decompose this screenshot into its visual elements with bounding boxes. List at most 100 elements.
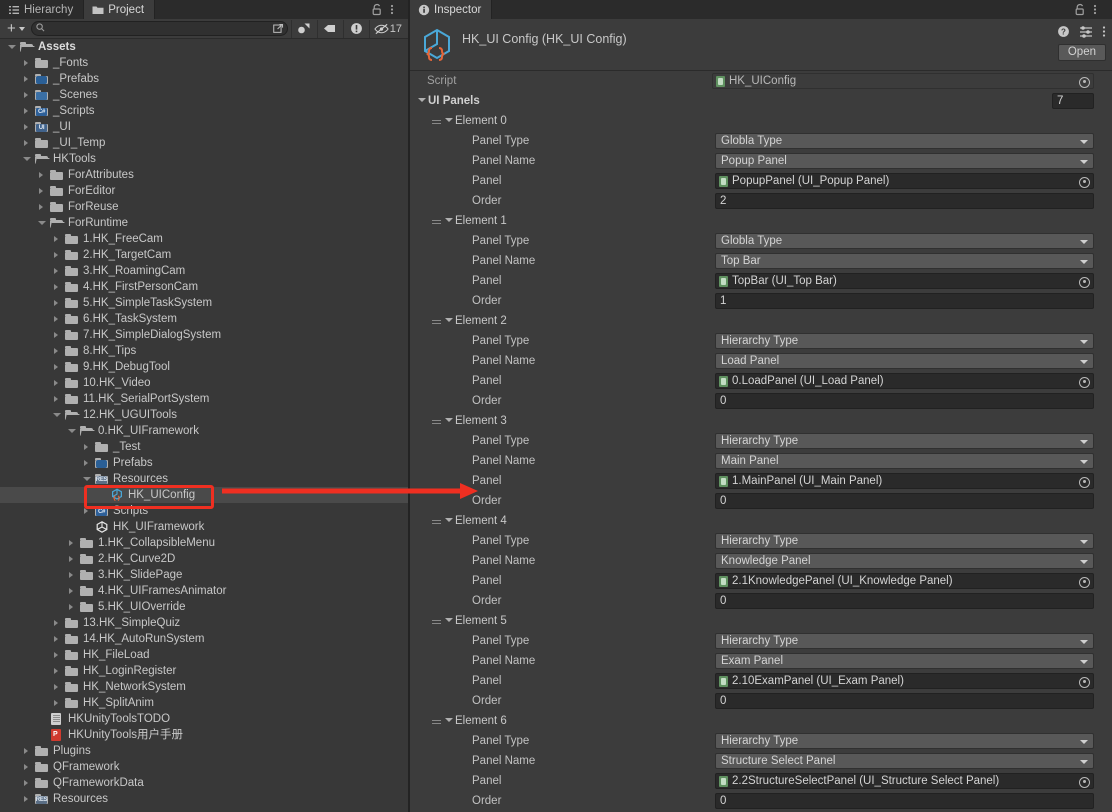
lock-icon[interactable] (1074, 3, 1086, 16)
open-in-window-icon[interactable] (272, 23, 284, 37)
tree-item-hk-networksystem[interactable]: HK_NetworkSystem (0, 679, 409, 695)
hidden-count-filter[interactable]: 17 (368, 19, 407, 38)
tab-inspector[interactable]: Inspector (410, 0, 493, 19)
element-6-panel-object-field[interactable]: 2.2StructureSelectPanel (UI_Structure Se… (715, 773, 1094, 789)
object-picker-icon[interactable] (1079, 676, 1090, 688)
element-6-foldout[interactable]: Element 6 (410, 711, 1112, 731)
chevron-right-icon[interactable] (21, 87, 34, 103)
help-icon[interactable]: ? (1057, 25, 1070, 41)
tree-item-hk-loginregister[interactable]: HK_LoginRegister (0, 663, 409, 679)
tree-item-hktools[interactable]: HKTools (0, 151, 409, 167)
project-asset-tree[interactable]: Assets _Fonts _Prefabs _Scenes C# _Scripts UI _… (0, 39, 409, 812)
chevron-right-icon[interactable] (51, 615, 64, 631)
tree-item-4-hk-firstpersoncam[interactable]: 4.HK_FirstPersonCam (0, 279, 409, 295)
tree-item-forreuse[interactable]: ForReuse (0, 199, 409, 215)
tree-item-10-hk-video[interactable]: 10.HK_Video (0, 375, 409, 391)
warning-filter-icon[interactable] (342, 19, 369, 38)
element-4-panel-name-dropdown[interactable]: Knowledge Panel (715, 553, 1094, 569)
chevron-right-icon[interactable] (81, 455, 94, 471)
tree-item-4-hk-uiframesanimator[interactable]: 4.HK_UIFramesAnimator (0, 583, 409, 599)
element-1-order-field[interactable]: 1 (715, 293, 1094, 309)
chevron-down-icon[interactable] (443, 414, 455, 428)
tree-item--scenes[interactable]: _Scenes (0, 87, 409, 103)
create-asset-button[interactable]: + (2, 20, 28, 37)
tree-item-assets[interactable]: Assets (0, 39, 409, 55)
element-2-foldout[interactable]: Element 2 (410, 311, 1112, 331)
search-input[interactable] (48, 22, 283, 35)
chevron-right-icon[interactable] (51, 647, 64, 663)
chevron-right-icon[interactable] (51, 695, 64, 711)
element-4-order-field[interactable]: 0 (715, 593, 1094, 609)
array-size-field[interactable]: 7 (1052, 93, 1094, 109)
tree-item-qframeworkdata[interactable]: QFrameworkData (0, 775, 409, 791)
tree-item--prefabs[interactable]: _Prefabs (0, 71, 409, 87)
tab-project[interactable]: Project (84, 0, 156, 19)
element-2-panel-type-dropdown[interactable]: Hierarchy Type (715, 333, 1094, 349)
tree-item-1-hk-freecam[interactable]: 1.HK_FreeCam (0, 231, 409, 247)
tree-item-foreditor[interactable]: ForEditor (0, 183, 409, 199)
tree-item-resources[interactable]: RES Resources (0, 471, 409, 487)
tree-item-forattributes[interactable]: ForAttributes (0, 167, 409, 183)
label-filter-icon[interactable] (316, 19, 343, 38)
tree-item-plugins[interactable]: Plugins (0, 743, 409, 759)
element-2-panel-object-field[interactable]: 0.LoadPanel (UI_Load Panel) (715, 373, 1094, 389)
tree-item-11-hk-serialportsystem[interactable]: 11.HK_SerialPortSystem (0, 391, 409, 407)
chevron-down-icon[interactable] (51, 407, 64, 423)
chevron-right-icon[interactable] (21, 55, 34, 71)
tree-item-hkunitytoolstodo[interactable]: HKUnityToolsTODO (0, 711, 409, 727)
element-3-panel-object-field[interactable]: 1.MainPanel (UI_Main Panel) (715, 473, 1094, 489)
chevron-down-icon[interactable] (443, 314, 455, 328)
tree-item-8-hk-tips[interactable]: 8.HK_Tips (0, 343, 409, 359)
tree-item-hk-splitanim[interactable]: HK_SplitAnim (0, 695, 409, 711)
chevron-down-icon[interactable] (66, 423, 79, 439)
chevron-right-icon[interactable] (21, 759, 34, 775)
drag-handle-icon[interactable] (432, 714, 442, 728)
tree-item-13-hk-simplequiz[interactable]: 13.HK_SimpleQuiz (0, 615, 409, 631)
chevron-right-icon[interactable] (21, 775, 34, 791)
drag-handle-icon[interactable] (432, 114, 442, 128)
element-1-panel-name-dropdown[interactable]: Top Bar (715, 253, 1094, 269)
chevron-right-icon[interactable] (66, 583, 79, 599)
element-0-panel-object-field[interactable]: PopupPanel (UI_Popup Panel) (715, 173, 1094, 189)
script-object-field[interactable]: HK_UIConfig (712, 73, 1094, 89)
tree-item-1-hk-collapsiblemenu[interactable]: 1.HK_CollapsibleMenu (0, 535, 409, 551)
kebab-menu-icon[interactable] (1102, 25, 1106, 41)
element-1-foldout[interactable]: Element 1 (410, 211, 1112, 231)
element-5-foldout[interactable]: Element 5 (410, 611, 1112, 631)
chevron-down-icon[interactable] (443, 214, 455, 228)
tree-item-5-hk-simpletasksystem[interactable]: 5.HK_SimpleTaskSystem (0, 295, 409, 311)
tree-item-7-hk-simpledialogsystem[interactable]: 7.HK_SimpleDialogSystem (0, 327, 409, 343)
tree-item-2-hk-curve2d[interactable]: 2.HK_Curve2D (0, 551, 409, 567)
element-5-panel-name-dropdown[interactable]: Exam Panel (715, 653, 1094, 669)
element-3-panel-type-dropdown[interactable]: Hierarchy Type (715, 433, 1094, 449)
chevron-right-icon[interactable] (21, 103, 34, 119)
chevron-right-icon[interactable] (51, 295, 64, 311)
chevron-right-icon[interactable] (51, 679, 64, 695)
element-6-order-field[interactable]: 0 (715, 793, 1094, 809)
drag-handle-icon[interactable] (432, 314, 442, 328)
drag-handle-icon[interactable] (432, 214, 442, 228)
tree-item-5-hk-uioverride[interactable]: 5.HK_UIOverride (0, 599, 409, 615)
chevron-right-icon[interactable] (36, 199, 49, 215)
foldout-arrow-icon[interactable] (416, 94, 428, 108)
object-picker-icon[interactable] (1079, 776, 1090, 788)
chevron-right-icon[interactable] (51, 263, 64, 279)
kebab-menu-icon[interactable] (1093, 3, 1105, 16)
element-5-panel-type-dropdown[interactable]: Hierarchy Type (715, 633, 1094, 649)
ui-panels-foldout-row[interactable]: UI Panels 7 (410, 91, 1112, 111)
drag-handle-icon[interactable] (432, 514, 442, 528)
element-3-order-field[interactable]: 0 (715, 493, 1094, 509)
tree-item-resources[interactable]: RES Resources (0, 791, 409, 807)
tree-item-hk-fileload[interactable]: HK_FileLoad (0, 647, 409, 663)
chevron-right-icon[interactable] (51, 311, 64, 327)
tree-item--scripts[interactable]: C# _Scripts (0, 103, 409, 119)
tree-item--ui-temp[interactable]: _UI_Temp (0, 135, 409, 151)
element-1-panel-object-field[interactable]: TopBar (UI_Top Bar) (715, 273, 1094, 289)
drag-handle-icon[interactable] (432, 414, 442, 428)
chevron-right-icon[interactable] (66, 535, 79, 551)
object-picker-icon[interactable] (1079, 176, 1090, 188)
chevron-right-icon[interactable] (51, 359, 64, 375)
tree-item-6-hk-tasksystem[interactable]: 6.HK_TaskSystem (0, 311, 409, 327)
tree-item-hkunitytools-[interactable]: HKUnityTools用户手册 (0, 727, 409, 743)
chevron-right-icon[interactable] (51, 663, 64, 679)
